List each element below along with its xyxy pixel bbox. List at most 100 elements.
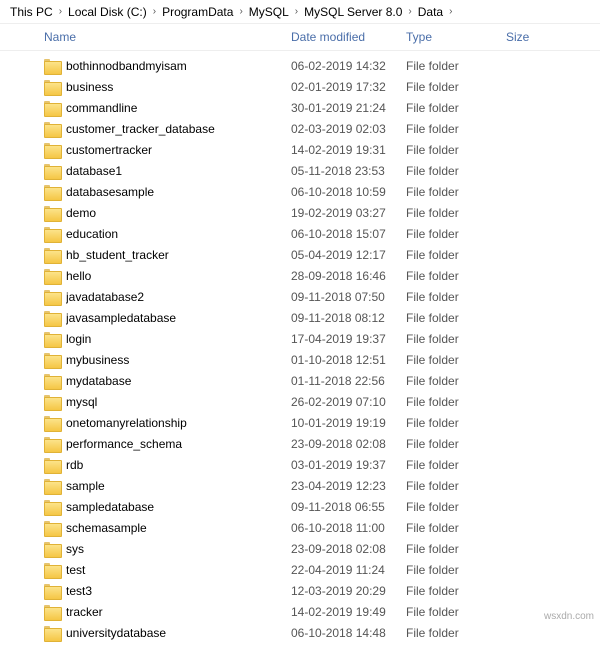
file-name: hello [66,269,291,283]
folder-icon [44,542,60,556]
file-date: 17-04-2019 19:37 [291,332,406,346]
column-header-size[interactable]: Size [506,30,600,44]
breadcrumb-segment[interactable]: MySQL Server 8.0 [300,5,406,19]
file-name: onetomanyrelationship [66,416,291,430]
folder-icon [44,122,60,136]
folder-icon [44,332,60,346]
table-row[interactable]: demo19-02-2019 03:27File folder [0,202,600,223]
chevron-right-icon[interactable]: › [57,6,64,17]
table-row[interactable]: customertracker14-02-2019 19:31File fold… [0,139,600,160]
breadcrumb-segment[interactable]: Local Disk (C:) [64,5,151,19]
file-name: education [66,227,291,241]
table-row[interactable]: sampledatabase09-11-2018 06:55File folde… [0,496,600,517]
file-date: 12-03-2019 20:29 [291,584,406,598]
table-row[interactable]: commandline30-01-2019 21:24File folder [0,97,600,118]
folder-icon [44,437,60,451]
file-type: File folder [406,626,506,640]
table-row[interactable]: mydatabase01-11-2018 22:56File folder [0,370,600,391]
chevron-right-icon[interactable]: › [447,6,454,17]
file-name: test3 [66,584,291,598]
table-row[interactable]: databasesample06-10-2018 10:59File folde… [0,181,600,202]
file-date: 06-10-2018 10:59 [291,185,406,199]
chevron-right-icon[interactable]: › [151,6,158,17]
chevron-right-icon[interactable]: › [237,6,244,17]
file-date: 28-09-2018 16:46 [291,269,406,283]
file-type: File folder [406,59,506,73]
file-type: File folder [406,437,506,451]
table-row[interactable]: hello28-09-2018 16:46File folder [0,265,600,286]
table-row[interactable]: sys23-09-2018 02:08File folder [0,538,600,559]
table-row[interactable]: database105-11-2018 23:53File folder [0,160,600,181]
table-row[interactable]: javasampledatabase09-11-2018 08:12File f… [0,307,600,328]
file-type: File folder [406,395,506,409]
file-date: 05-04-2019 12:17 [291,248,406,262]
file-name: javadatabase2 [66,290,291,304]
folder-icon [44,248,60,262]
folder-icon [44,563,60,577]
file-name: bothinnodbandmyisam [66,59,291,73]
table-row[interactable]: universitydatabase06-10-2018 14:48File f… [0,622,600,643]
file-date: 09-11-2018 07:50 [291,290,406,304]
table-row[interactable]: performance_schema23-09-2018 02:08File f… [0,433,600,454]
chevron-right-icon[interactable]: › [406,6,413,17]
file-name: sample [66,479,291,493]
table-row[interactable]: bothinnodbandmyisam06-02-2019 14:32File … [0,55,600,76]
file-date: 06-02-2019 14:32 [291,59,406,73]
file-type: File folder [406,584,506,598]
file-date: 14-02-2019 19:49 [291,605,406,619]
file-name: demo [66,206,291,220]
table-row[interactable]: customer_tracker_database02-03-2019 02:0… [0,118,600,139]
file-date: 23-09-2018 02:08 [291,437,406,451]
table-row[interactable]: hb_student_tracker05-04-2019 12:17File f… [0,244,600,265]
file-date: 14-02-2019 19:31 [291,143,406,157]
column-header-date[interactable]: Date modified [291,30,406,44]
file-date: 23-04-2019 12:23 [291,479,406,493]
folder-icon [44,269,60,283]
folder-icon [44,479,60,493]
file-name: performance_schema [66,437,291,451]
file-type: File folder [406,479,506,493]
file-type: File folder [406,500,506,514]
file-type: File folder [406,101,506,115]
table-row[interactable]: education06-10-2018 15:07File folder [0,223,600,244]
breadcrumb[interactable]: This PC›Local Disk (C:)›ProgramData›MySQ… [0,0,600,24]
table-row[interactable]: test22-04-2019 11:24File folder [0,559,600,580]
file-name: commandline [66,101,291,115]
file-name: database1 [66,164,291,178]
table-row[interactable]: schemasample06-10-2018 11:00File folder [0,517,600,538]
folder-icon [44,416,60,430]
table-row[interactable]: rdb03-01-2019 19:37File folder [0,454,600,475]
file-name: mybusiness [66,353,291,367]
table-row[interactable]: business02-01-2019 17:32File folder [0,76,600,97]
file-date: 02-01-2019 17:32 [291,80,406,94]
table-row[interactable]: test312-03-2019 20:29File folder [0,580,600,601]
column-header-row: Name Date modified Type Size [0,24,600,51]
column-header-type[interactable]: Type [406,30,506,44]
table-row[interactable]: javadatabase209-11-2018 07:50File folder [0,286,600,307]
file-name: javasampledatabase [66,311,291,325]
file-date: 26-02-2019 07:10 [291,395,406,409]
file-name: sampledatabase [66,500,291,514]
file-name: rdb [66,458,291,472]
table-row[interactable]: mysql26-02-2019 07:10File folder [0,391,600,412]
folder-icon [44,521,60,535]
breadcrumb-segment[interactable]: Data [414,5,447,19]
table-row[interactable]: onetomanyrelationship10-01-2019 19:19Fil… [0,412,600,433]
folder-icon [44,395,60,409]
file-type: File folder [406,542,506,556]
file-name: customer_tracker_database [66,122,291,136]
table-row[interactable]: mybusiness01-10-2018 12:51File folder [0,349,600,370]
folder-icon [44,626,60,640]
file-date: 06-10-2018 14:48 [291,626,406,640]
file-type: File folder [406,143,506,157]
breadcrumb-segment[interactable]: MySQL [245,5,293,19]
file-type: File folder [406,374,506,388]
table-row[interactable]: sample23-04-2019 12:23File folder [0,475,600,496]
column-header-name[interactable]: Name [44,30,291,44]
chevron-right-icon[interactable]: › [293,6,300,17]
table-row[interactable]: tracker14-02-2019 19:49File folder [0,601,600,622]
folder-icon [44,59,60,73]
table-row[interactable]: login17-04-2019 19:37File folder [0,328,600,349]
breadcrumb-segment[interactable]: This PC [6,5,57,19]
breadcrumb-segment[interactable]: ProgramData [158,5,237,19]
